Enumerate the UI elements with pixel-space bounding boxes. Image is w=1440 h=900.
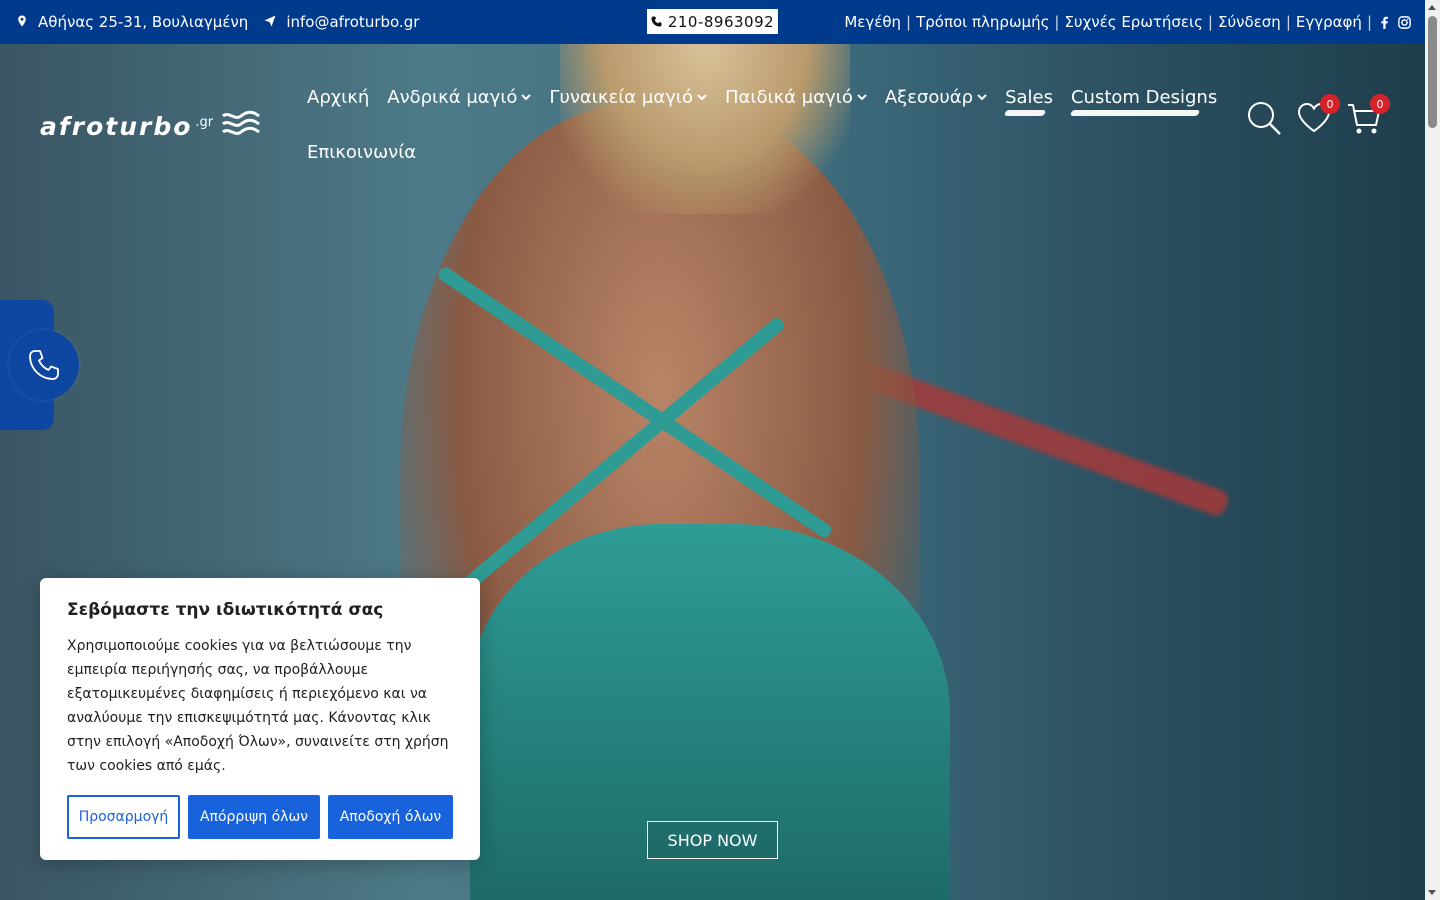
link-register[interactable]: Εγγραφή: [1296, 13, 1362, 31]
separator: |: [1285, 13, 1291, 31]
header-icons: 0 0: [1246, 94, 1396, 136]
scroll-up-arrow-icon[interactable]: [1428, 5, 1436, 10]
nav-label: Custom Designs: [1070, 86, 1218, 108]
top-links: Μεγέθη | Τρόποι πληρωμής | Συχνές Ερωτήσ…: [844, 0, 1411, 44]
page-scrollbar[interactable]: [1425, 0, 1440, 900]
address-item[interactable]: Αθήνας 25-31, Βουλιαγμένη: [16, 13, 248, 31]
nav-label: Ανδρικά μαγιό: [387, 86, 518, 108]
send-icon: [264, 13, 276, 31]
nav-accessories[interactable]: Αξεσουάρ: [885, 87, 987, 108]
waves-icon: [213, 110, 261, 142]
nav-label: Αξεσουάρ: [884, 86, 974, 108]
wishlist-button[interactable]: 0: [1296, 94, 1340, 136]
link-payment-methods[interactable]: Τρόποι πληρωμής: [916, 13, 1049, 31]
link-sizes[interactable]: Μεγέθη: [844, 13, 901, 31]
separator: |: [1207, 13, 1213, 31]
nav-men-swimwear[interactable]: Ανδρικά μαγιό: [387, 86, 532, 108]
chevron-down-icon: [521, 94, 532, 101]
email-text: info@afroturbo.gr: [286, 13, 420, 31]
chevron-down-icon: [977, 94, 987, 101]
phone-number: 210-8963092: [667, 12, 775, 31]
scrollbar-thumb[interactable]: [1428, 16, 1437, 128]
nav-label: Γυναικεία μαγιό: [549, 86, 693, 108]
nav-home[interactable]: Αρχική: [307, 87, 369, 108]
nav-label: Παιδικά μαγιό: [724, 86, 853, 108]
facebook-icon[interactable]: [1377, 15, 1391, 29]
wishlist-count-badge: 0: [1320, 94, 1340, 114]
phone-icon: [651, 13, 662, 31]
phone-icon: [29, 350, 59, 380]
chevron-down-icon: [857, 94, 867, 101]
logo-tld: .gr: [195, 114, 214, 130]
cookie-consent-dialog: Σεβόμαστε την ιδιωτικότητά σας Χρησιμοπο…: [40, 578, 480, 860]
nav-contact[interactable]: Επικοινωνία: [307, 142, 416, 163]
cart-count-badge: 0: [1370, 94, 1390, 114]
nav-label: Αρχική: [307, 86, 370, 108]
call-widget-button[interactable]: [9, 330, 79, 400]
hero-photo-hair: [560, 44, 850, 214]
nav-custom-designs[interactable]: Custom Designs: [1069, 86, 1218, 116]
cookie-text: Χρησιμοποιούμε cookies για να βελτιώσουμ…: [67, 638, 449, 774]
separator: |: [1366, 13, 1372, 31]
nav-label: Επικοινωνία: [307, 141, 417, 163]
nav-sales[interactable]: Sales: [1003, 86, 1053, 116]
phone-button[interactable]: 210-8963092: [647, 9, 778, 34]
scroll-down-arrow-icon[interactable]: [1428, 890, 1436, 895]
address-text: Αθήνας 25-31, Βουλιαγμένη: [38, 13, 249, 31]
cookie-customize-button[interactable]: Προσαρμογή: [67, 795, 180, 839]
link-faq[interactable]: Συχνές Ερωτήσεις: [1064, 13, 1202, 31]
shop-now-button[interactable]: SHOP NOW: [647, 821, 778, 859]
separator: |: [1054, 13, 1060, 31]
cookie-reject-all-button[interactable]: Απόρριψη όλων: [188, 795, 320, 839]
cart-button[interactable]: 0: [1346, 94, 1390, 136]
nav-women-swimwear[interactable]: Γυναικεία μαγιό: [549, 87, 707, 108]
brush-underline: [1069, 109, 1201, 116]
logo-wordmark: afroturbo: [40, 111, 193, 141]
nav-kids-swimwear[interactable]: Παιδικά μαγιό: [725, 87, 867, 108]
brush-underline: [1003, 109, 1047, 116]
email-item[interactable]: info@afroturbo.gr: [264, 13, 419, 31]
instagram-icon[interactable]: [1397, 15, 1411, 29]
chevron-down-icon: [697, 94, 707, 101]
nav-label: Sales: [1005, 86, 1053, 108]
search-icon[interactable]: [1246, 100, 1282, 136]
link-login[interactable]: Σύνδεση: [1218, 13, 1281, 31]
site-logo[interactable]: afroturbo .gr: [40, 110, 261, 142]
cookie-accept-all-button[interactable]: Αποδοχή όλων: [328, 795, 453, 839]
separator: |: [906, 13, 912, 31]
top-bar: Αθήνας 25-31, Βουλιαγμένη info@afroturbo…: [0, 0, 1425, 44]
map-pin-icon: [16, 13, 28, 31]
cookie-title: Σεβόμαστε την ιδιωτικότητά σας: [67, 600, 384, 620]
